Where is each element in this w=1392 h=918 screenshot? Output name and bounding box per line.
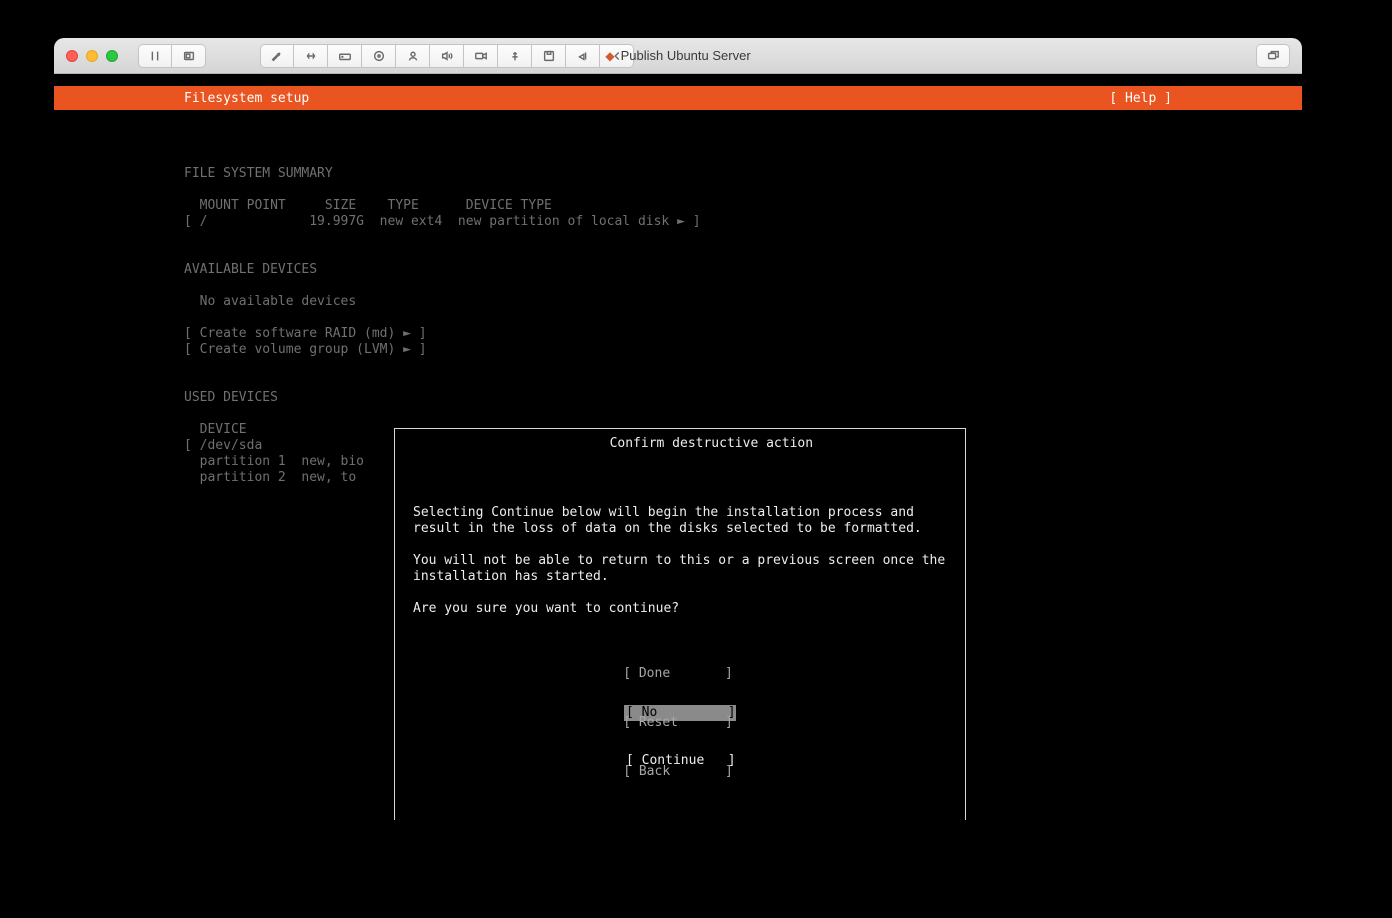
collapse-button[interactable]: [600, 44, 634, 68]
multiwindow-button[interactable]: [1256, 44, 1290, 68]
speaker-icon: [440, 49, 454, 63]
used-col: DEVICE: [184, 422, 247, 437]
used-p1: partition 1 new, bio: [184, 454, 364, 469]
available-none: No available devices: [184, 294, 356, 309]
snapshot-button[interactable]: [172, 44, 206, 68]
dialog-title-text: Confirm destructive action: [602, 436, 822, 451]
back-button[interactable]: [ Back ]: [54, 763, 1302, 780]
create-raid[interactable]: [ Create software RAID (md) ► ]: [184, 326, 427, 341]
window-title: ◆ Publish Ubuntu Server: [54, 48, 1302, 63]
dialog-body: Selecting Continue below will begin the …: [413, 505, 947, 617]
fs-summary-columns: MOUNT POINT SIZE TYPE DEVICE TYPE: [184, 198, 552, 213]
window-title-text: Publish Ubuntu Server: [621, 48, 751, 63]
user-button[interactable]: [396, 44, 430, 68]
used-p2: partition 2 new, to: [184, 470, 356, 485]
titlebar-gap: [54, 74, 1302, 86]
help-button[interactable]: [ Help ]: [1109, 91, 1172, 106]
fs-summary-row[interactable]: [ / 19.997G new ext4 new partition of lo…: [184, 214, 701, 229]
toolbar-group-pause: [138, 44, 206, 68]
snapshot-icon: [182, 49, 196, 63]
dialog-text-3: Are you sure you want to continue?: [413, 601, 947, 617]
hdd-button[interactable]: [328, 44, 362, 68]
pause-button[interactable]: [138, 44, 172, 68]
settings-button[interactable]: [260, 44, 294, 68]
usb-icon: [508, 49, 522, 63]
cd-button[interactable]: [362, 44, 396, 68]
camera-icon: [474, 49, 488, 63]
used-heading: USED DEVICES: [184, 390, 278, 405]
hdd-icon: [338, 49, 352, 63]
zoom-icon[interactable]: [106, 50, 118, 62]
sound-button[interactable]: [430, 44, 464, 68]
dialog-text-2: You will not be able to return to this o…: [413, 553, 947, 585]
available-heading: AVAILABLE DEVICES: [184, 262, 317, 277]
traffic-lights: [66, 50, 118, 62]
close-icon[interactable]: [66, 50, 78, 62]
cd-icon: [372, 49, 386, 63]
wrench-icon: [270, 49, 284, 63]
resize-button[interactable]: [294, 44, 328, 68]
windows-icon: [1266, 49, 1280, 63]
dialog-text-1: Selecting Continue below will begin the …: [413, 505, 947, 537]
dialog-title: Confirm destructive action: [395, 420, 965, 468]
camera-button[interactable]: [464, 44, 498, 68]
toolbar-group-right: [1256, 44, 1290, 68]
user-icon: [406, 49, 420, 63]
share-icon: [576, 49, 590, 63]
reset-button[interactable]: [ Reset ]: [54, 714, 1302, 731]
usb-button[interactable]: [498, 44, 532, 68]
used-dev[interactable]: [ /dev/sda: [184, 438, 262, 453]
footer-buttons: [ Done ] [ Reset ] [ Back ]: [54, 633, 1302, 812]
done-button[interactable]: [ Done ]: [54, 665, 1302, 682]
installer-body: FILE SYSTEM SUMMARY MOUNT POINT SIZE TYP…: [54, 110, 1302, 820]
pause-icon: [148, 49, 162, 63]
resize-icon: [304, 49, 318, 63]
minimize-icon[interactable]: [86, 50, 98, 62]
create-lvm[interactable]: [ Create volume group (LVM) ► ]: [184, 342, 427, 357]
vm-window: ◆ Publish Ubuntu Server Filesystem setup…: [54, 38, 1302, 820]
installer-header: Filesystem setup [ Help ]: [54, 86, 1302, 110]
floppy-icon: [542, 49, 556, 63]
share-button[interactable]: [566, 44, 600, 68]
page-title: Filesystem setup: [184, 91, 309, 106]
floppy-button[interactable]: [532, 44, 566, 68]
toolbar-group-devices: [260, 44, 634, 68]
chevron-left-icon: [610, 49, 624, 63]
titlebar: ◆ Publish Ubuntu Server: [54, 38, 1302, 74]
fs-summary-heading: FILE SYSTEM SUMMARY: [184, 166, 333, 181]
